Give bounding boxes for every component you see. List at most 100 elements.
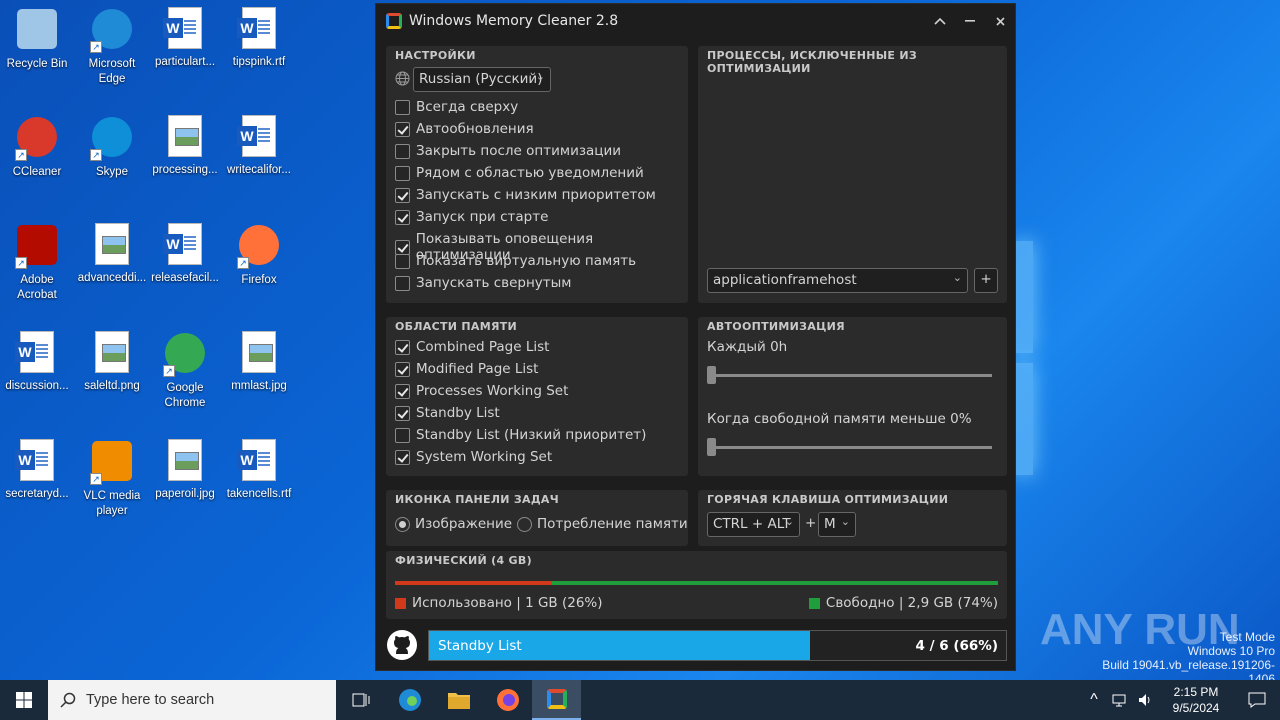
- add-process-button[interactable]: +: [974, 268, 998, 293]
- option-row[interactable]: Запускать с низким приоритетом: [395, 187, 656, 203]
- option-row[interactable]: Standby List (Низкий приоритет): [395, 427, 646, 443]
- collapse-button[interactable]: [925, 6, 955, 36]
- notification-icon[interactable]: [1248, 692, 1266, 708]
- clock[interactable]: 2:15 PM 9/5/2024: [1158, 684, 1234, 716]
- test-mode-text: Test Mode Windows 10 Pro Build 19041.vb_…: [1080, 630, 1275, 686]
- option-row[interactable]: Запуск при старте: [395, 209, 548, 225]
- taskbar-explorer[interactable]: [434, 680, 483, 720]
- task-view-icon: [352, 693, 369, 707]
- desktop-icon-label: processing...: [152, 164, 218, 176]
- checkbox[interactable]: [395, 99, 410, 115]
- minimize-button[interactable]: [955, 6, 985, 36]
- desktop-icon-label: VLC media player: [83, 490, 141, 517]
- start-button[interactable]: [0, 680, 48, 720]
- physical-memory-panel: ФИЗИЧЕСКИЙ (4 GB) Использовано | 1 GB (2…: [386, 551, 1007, 619]
- option-row[interactable]: Processes Working Set: [395, 383, 568, 399]
- checkbox[interactable]: [395, 405, 410, 421]
- github-icon[interactable]: [386, 629, 418, 661]
- tray-icon-heading: ИКОНКА ПАНЕЛИ ЗАДАЧ: [395, 493, 559, 506]
- option-row[interactable]: Запускать свернутым: [395, 275, 571, 291]
- checkbox[interactable]: [395, 121, 410, 137]
- checkbox[interactable]: [395, 361, 410, 377]
- tray-option-image[interactable]: Изображение: [395, 516, 512, 532]
- checkbox[interactable]: [395, 427, 410, 443]
- free-memory-slider-thumb[interactable]: [707, 438, 716, 456]
- hotkey-key-select[interactable]: M ⌄: [818, 512, 856, 537]
- desktop-icon[interactable]: advanceddi...: [75, 223, 149, 286]
- desktop-icon-label: paperoil.jpg: [155, 488, 215, 500]
- option-label: Закрыть после оптимизации: [416, 143, 622, 159]
- hotkey-key-value: M: [824, 516, 836, 532]
- taskbar-firefox[interactable]: [483, 680, 532, 720]
- desktop-icon[interactable]: secretaryd...: [0, 439, 74, 502]
- desktop-icon[interactable]: paperoil.jpg: [148, 439, 222, 502]
- option-row[interactable]: Всегда сверху: [395, 99, 518, 115]
- radio-image[interactable]: [395, 516, 410, 532]
- checkbox[interactable]: [395, 143, 410, 159]
- desktop-icon[interactable]: particulart...: [148, 7, 222, 70]
- option-row[interactable]: Показать виртуальную память: [395, 253, 636, 269]
- option-row[interactable]: Modified Page List: [395, 361, 538, 377]
- checkbox[interactable]: [395, 449, 410, 465]
- desktop-icon[interactable]: ↗ Firefox: [222, 223, 296, 288]
- taskbar-memory-cleaner[interactable]: [532, 680, 581, 720]
- desktop-icon[interactable]: ↗ Adobe Acrobat: [0, 223, 74, 303]
- desktop-icon[interactable]: Recycle Bin: [0, 7, 74, 72]
- excluded-processes-panel: ПРОЦЕССЫ, ИСКЛЮЧЕННЫЕ ИЗ ОПТИМИЗАЦИИ app…: [698, 46, 1007, 303]
- language-select[interactable]: Russian (Русский) ⌄: [413, 67, 551, 92]
- option-row[interactable]: System Working Set: [395, 449, 552, 465]
- language-value: Russian (Русский): [419, 71, 543, 87]
- network-icon[interactable]: [1111, 692, 1127, 708]
- process-select[interactable]: applicationframehost ⌄: [707, 268, 968, 293]
- desktop-icon[interactable]: takencells.rtf: [222, 439, 296, 502]
- interval-slider-track[interactable]: [707, 374, 992, 377]
- checkbox[interactable]: [395, 165, 410, 181]
- desktop-icon[interactable]: ↗ CCleaner: [0, 115, 74, 180]
- radio-usage[interactable]: [517, 516, 532, 532]
- option-row[interactable]: Рядом с областью уведомлений: [395, 165, 644, 181]
- free-memory-slider-track[interactable]: [707, 446, 992, 449]
- desktop-icon[interactable]: ↗ Microsoft Edge: [75, 7, 149, 87]
- option-row[interactable]: Combined Page List: [395, 339, 549, 355]
- desktop-icon-label: mmlast.jpg: [231, 380, 287, 392]
- taskbar-search[interactable]: Type here to search: [48, 680, 336, 720]
- checkbox[interactable]: [395, 187, 410, 203]
- desktop-icon[interactable]: ↗ VLC media player: [75, 439, 149, 519]
- volume-icon[interactable]: [1137, 692, 1153, 708]
- folder-icon: [447, 693, 470, 709]
- hotkey-panel: ГОРЯЧАЯ КЛАВИША ОПТИМИЗАЦИИ CTRL + ALT ⌄…: [698, 490, 1007, 546]
- desktop-icon[interactable]: ↗ Google Chrome: [148, 331, 222, 411]
- task-view-button[interactable]: [336, 680, 385, 720]
- checkbox[interactable]: [395, 383, 410, 399]
- progress-counter: 4 / 6 (66%): [915, 638, 998, 654]
- interval-slider-thumb[interactable]: [707, 366, 716, 384]
- tray-overflow-icon[interactable]: ^: [1082, 680, 1106, 720]
- checkbox[interactable]: [395, 275, 410, 291]
- desktop-icon[interactable]: processing...: [148, 115, 222, 178]
- desktop-icon[interactable]: releasefacil...: [148, 223, 222, 286]
- desktop-icon-label: Recycle Bin: [6, 58, 68, 70]
- desktop-icon[interactable]: mmlast.jpg: [222, 331, 296, 394]
- desktop-icon[interactable]: saleltd.png: [75, 331, 149, 394]
- title-bar[interactable]: Windows Memory Cleaner 2.8: [376, 4, 1015, 38]
- image-file-icon: [90, 331, 134, 375]
- close-button[interactable]: [985, 6, 1015, 36]
- option-row[interactable]: Закрыть после оптимизации: [395, 143, 621, 159]
- taskbar-edge[interactable]: [385, 680, 434, 720]
- option-row[interactable]: Standby List: [395, 405, 500, 421]
- image-file-icon: [163, 115, 207, 159]
- desktop-icon[interactable]: tipspink.rtf: [222, 7, 296, 70]
- tray-option-image-label: Изображение: [415, 516, 513, 532]
- checkbox[interactable]: [395, 339, 410, 355]
- desktop-icon[interactable]: writecalifor...: [222, 115, 296, 178]
- watermark-line-1: Test Mode: [1219, 630, 1275, 644]
- checkbox[interactable]: [395, 209, 410, 225]
- option-row[interactable]: Автообновления: [395, 121, 534, 137]
- checkbox[interactable]: [395, 253, 410, 269]
- tray-option-usage[interactable]: Потребление памяти: [517, 516, 688, 532]
- hotkey-modifier-select[interactable]: CTRL + ALT ⌄: [707, 512, 800, 537]
- desktop-icon-label: CCleaner: [12, 166, 62, 178]
- memory-areas-heading: ОБЛАСТИ ПАМЯТИ: [395, 320, 518, 333]
- desktop-icon[interactable]: discussion...: [0, 331, 74, 394]
- desktop-icon[interactable]: ↗ Skype: [75, 115, 149, 180]
